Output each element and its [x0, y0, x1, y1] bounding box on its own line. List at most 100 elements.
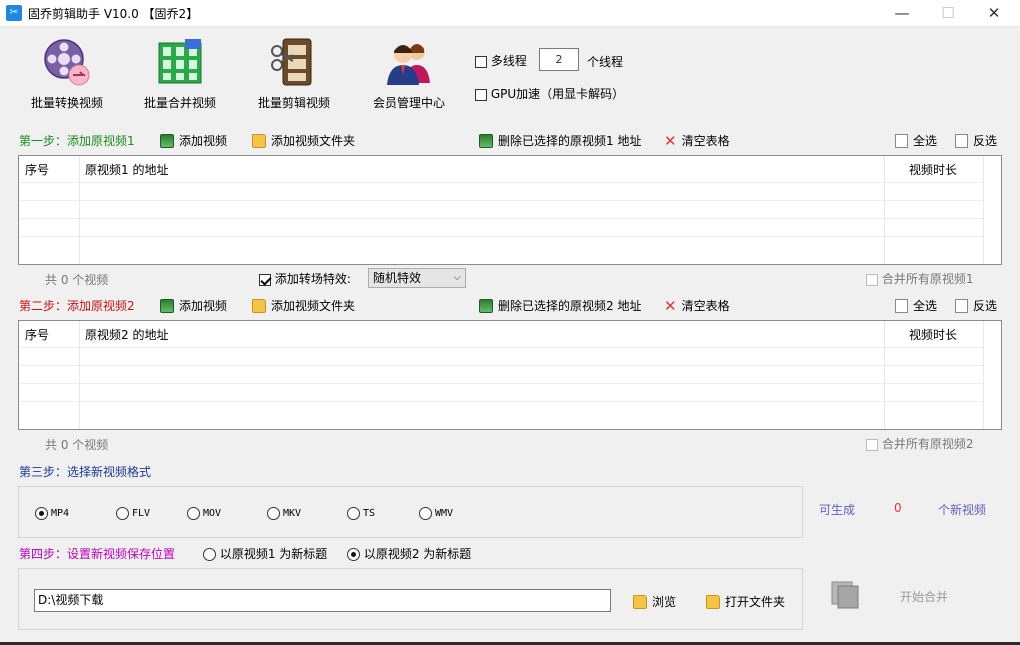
title-option-radio[interactable] [347, 548, 360, 561]
step2-select-all-button[interactable]: 全选 [895, 297, 937, 314]
format-option-wmv[interactable]: WMV [419, 506, 453, 520]
multithread-option[interactable]: 多线程 [475, 52, 527, 69]
document-icon [955, 134, 968, 148]
batch-merge-button[interactable]: 批量合并视频 [127, 33, 233, 113]
column-index-header[interactable]: 序号 [25, 161, 49, 178]
step2-add-folder-button[interactable]: 添加视频文件夹 [252, 297, 355, 314]
step1-add-video-button[interactable]: 添加视频 [160, 132, 227, 149]
column-duration-header[interactable]: 视频时长 [909, 326, 957, 343]
column-path-header[interactable]: 原视频1 的地址 [85, 161, 168, 178]
step1-video-table[interactable]: 序号 原视频1 的地址 视频时长 [18, 155, 1002, 265]
step1-video-count: 共 0 个视频 [45, 273, 109, 287]
step2-add-video-button[interactable]: 添加视频 [160, 297, 227, 314]
title-from-video2-option[interactable]: 以原视频2 为新标题 [347, 545, 471, 562]
invert-label: 反选 [973, 134, 998, 148]
step2-video-table[interactable]: 序号 原视频2 的地址 视频时长 [18, 320, 1002, 430]
step1-clear-table-button[interactable]: ✕ 清空表格 [664, 132, 730, 150]
open-folder-icon [706, 595, 720, 609]
red-x-icon: ✕ [664, 297, 677, 315]
document-icon [895, 134, 908, 148]
format-radio[interactable] [347, 507, 360, 520]
generate-suffix: 个新视频 [938, 503, 987, 517]
batch-convert-button[interactable]: 批量转换视频 [14, 33, 120, 113]
document-icon [895, 299, 908, 313]
add-video-label: 添加视频 [179, 134, 228, 148]
merge-all-video1-option[interactable]: 合并所有原视频1 [866, 270, 973, 287]
browse-button[interactable]: 浏览 [633, 593, 676, 610]
merge-stack-icon [831, 581, 859, 609]
column-path-header[interactable]: 原视频2 的地址 [85, 326, 168, 343]
film-icon [160, 134, 174, 148]
member-center-button[interactable]: 会员管理中心 [356, 33, 462, 113]
step1-delete-selected-button[interactable]: 删除已选择的原视频1 地址 [479, 132, 641, 149]
format-radio[interactable] [187, 507, 200, 520]
transition-checkbox[interactable] [259, 273, 271, 286]
format-option-mp4[interactable]: MP4 [35, 506, 69, 520]
format-radio[interactable] [116, 507, 129, 520]
column-duration-header[interactable]: 视频时长 [909, 161, 957, 178]
add-folder-label: 添加视频文件夹 [271, 299, 356, 313]
step2-invert-button[interactable]: 反选 [955, 297, 997, 314]
format-label: FLV [132, 508, 151, 519]
invert-label: 反选 [973, 299, 998, 313]
transition-select[interactable]: 随机特效 ⌵ [368, 268, 466, 288]
folder-icon [252, 134, 266, 148]
merge-all-video2-option[interactable]: 合并所有原视频2 [866, 435, 973, 452]
step1-select-all-button[interactable]: 全选 [895, 132, 937, 149]
thread-unit-label: 个线程 [587, 55, 624, 69]
merge-all-video1-checkbox[interactable] [866, 273, 878, 286]
format-option-mkv[interactable]: MKV [267, 506, 301, 520]
step2-clear-table-button[interactable]: ✕ 清空表格 [664, 297, 730, 315]
batch-cut-label: 批量剪辑视频 [257, 96, 330, 110]
format-option-mov[interactable]: MOV [187, 506, 221, 520]
transition-option[interactable]: 添加转场特效: [259, 270, 351, 287]
generate-count: 0 [894, 501, 902, 515]
transition-label: 添加转场特效: [274, 272, 351, 286]
merge-all-video1-label: 合并所有原视频1 [881, 272, 974, 286]
format-radio[interactable] [35, 507, 48, 520]
clear-table-label: 清空表格 [681, 134, 730, 148]
select-all-label: 全选 [913, 134, 938, 148]
open-folder-button[interactable]: 打开文件夹 [706, 593, 785, 610]
start-merge-button[interactable]: 开始合并 [828, 578, 968, 614]
merge-all-video2-label: 合并所有原视频2 [881, 437, 974, 451]
format-label: WMV [435, 508, 454, 519]
select-all-label: 全选 [913, 299, 938, 313]
clear-table-label: 清空表格 [681, 299, 730, 313]
format-option-ts[interactable]: TS [347, 506, 375, 520]
step2-delete-selected-button[interactable]: 删除已选择的原视频2 地址 [479, 297, 641, 314]
window-title: 固乔剪辑助手 V10.0 【固乔2】 [28, 7, 199, 21]
title-from-video1-option[interactable]: 以原视频1 为新标题 [203, 545, 327, 562]
generate-prefix: 可生成 [819, 503, 856, 517]
chevron-down-icon: ⌵ [453, 272, 461, 283]
minimize-button[interactable]: — [879, 0, 925, 27]
app-scissors-icon: ✂ [6, 5, 22, 21]
document-icon [955, 299, 968, 313]
title-option-label: 以原视频1 为新标题 [219, 547, 328, 561]
title-option-radio[interactable] [203, 548, 216, 561]
thread-count-input[interactable]: 2 [539, 48, 579, 71]
multithread-checkbox[interactable] [475, 55, 487, 68]
gpu-label: GPU加速（用显卡解码） [490, 87, 625, 101]
open-folder-label: 打开文件夹 [725, 595, 786, 609]
merge-all-video2-checkbox[interactable] [866, 438, 878, 451]
save-path-input[interactable]: D:\视频下载 [34, 589, 611, 612]
members-icon [387, 44, 430, 85]
step1-add-folder-button[interactable]: 添加视频文件夹 [252, 132, 355, 149]
gpu-option[interactable]: GPU加速（用显卡解码） [475, 85, 624, 102]
delete-selected-label: 删除已选择的原视频2 地址 [498, 299, 642, 313]
close-button[interactable]: ✕ [971, 0, 1017, 27]
film-icon [160, 299, 174, 313]
format-radio[interactable] [267, 507, 280, 520]
step1-invert-button[interactable]: 反选 [955, 132, 997, 149]
format-option-flv[interactable]: FLV [116, 506, 150, 520]
start-merge-label: 开始合并 [900, 590, 949, 604]
batch-convert-label: 批量转换视频 [30, 96, 103, 110]
format-radio[interactable] [419, 507, 432, 520]
column-index-header[interactable]: 序号 [25, 326, 49, 343]
gpu-checkbox[interactable] [475, 88, 487, 101]
batch-cut-button[interactable]: 批量剪辑视频 [241, 33, 347, 113]
multithread-label: 多线程 [490, 54, 527, 68]
maximize-button[interactable]: ☐ [925, 0, 971, 27]
transition-select-value: 随机特效 [373, 271, 422, 285]
